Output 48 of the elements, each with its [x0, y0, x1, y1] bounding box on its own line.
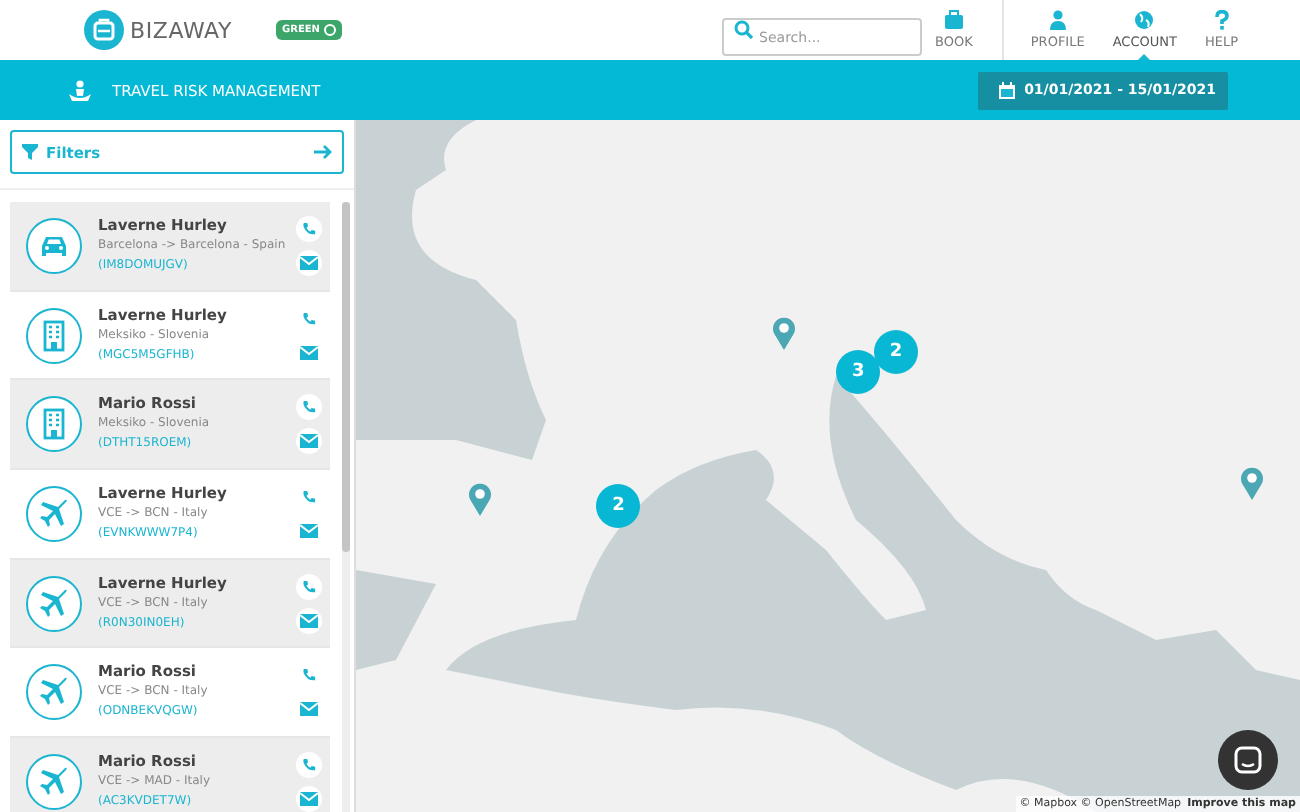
car-icon: [26, 217, 82, 274]
phone-icon: [302, 489, 316, 504]
call-button[interactable]: [296, 394, 322, 421]
airplane-icon: [26, 575, 82, 632]
envelope-icon: [300, 702, 318, 717]
chat-icon: [1234, 746, 1262, 774]
logo-text: BIZAWAY: [130, 17, 233, 43]
envelope-icon: [300, 523, 318, 538]
help-icon: [1211, 10, 1232, 30]
envelope-icon: [300, 791, 318, 806]
funnel-icon: [22, 144, 38, 160]
map-pin-icon[interactable]: [1239, 465, 1264, 500]
traveller-icon: [68, 79, 92, 101]
map-cluster[interactable]: 3: [836, 349, 881, 394]
airplane-icon: [26, 753, 82, 810]
arrow-right-icon: [314, 144, 332, 160]
envelope-icon: [300, 434, 318, 449]
phone-icon: [302, 757, 316, 772]
call-button[interactable]: [296, 573, 322, 600]
email-button[interactable]: [296, 249, 322, 276]
phone-icon: [302, 311, 316, 326]
search-icon: [733, 20, 754, 40]
building-icon: [26, 396, 82, 453]
map-pin-icon[interactable]: [771, 315, 796, 350]
calendar-icon: [998, 81, 1017, 99]
envelope-icon: [300, 613, 318, 628]
suitcase-logo-icon: [84, 10, 124, 50]
building-icon: [26, 307, 82, 364]
call-button[interactable]: [296, 215, 322, 242]
scrollbar-thumb[interactable]: [342, 202, 350, 552]
briefcase-icon: [943, 10, 964, 30]
call-button[interactable]: [296, 751, 322, 778]
airplane-icon: [26, 664, 82, 721]
email-button[interactable]: [296, 785, 322, 812]
email-button[interactable]: [296, 607, 322, 634]
envelope-icon: [300, 255, 318, 270]
phone-icon: [302, 579, 316, 594]
airplane-icon: [26, 485, 82, 542]
map-cluster[interactable]: 2: [596, 484, 641, 529]
email-button[interactable]: [296, 428, 322, 455]
phone-icon: [302, 400, 316, 415]
person-icon: [1047, 10, 1068, 30]
map-cluster[interactable]: 2: [873, 329, 918, 374]
phone-icon: [302, 221, 316, 236]
map-pin-icon[interactable]: [467, 481, 492, 516]
phone-icon: [302, 668, 316, 683]
envelope-icon: [300, 345, 318, 360]
globe-icon: [1134, 10, 1155, 30]
